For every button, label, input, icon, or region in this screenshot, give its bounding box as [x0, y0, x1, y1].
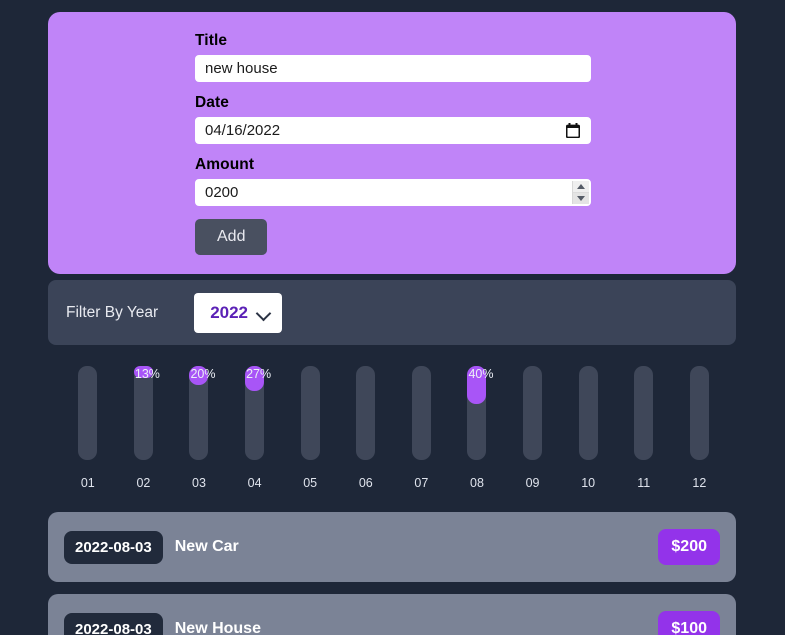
expense-list: 2022-08-03 New Car $200 2022-08-03 New House…: [48, 512, 736, 635]
bar-track: 40%: [467, 366, 493, 460]
expense-title: New Car: [174, 538, 239, 555]
bar-track: [78, 366, 98, 460]
month-label-08: 08: [470, 476, 484, 490]
expense-form: Title Date: [195, 32, 591, 255]
bar-track: [523, 366, 543, 460]
spinner-down-icon[interactable]: [573, 192, 589, 204]
chart-bar-06: [338, 366, 394, 466]
chart-bar-08: 40%: [449, 366, 505, 466]
chart-bar-11: [616, 366, 672, 466]
add-button[interactable]: Add: [195, 219, 268, 255]
expense-amount: $100: [658, 611, 720, 635]
filter-bar: Filter By Year 2022: [48, 280, 736, 345]
monthly-expense-chart: 13% 20% 27% 40% 01 02 03 04 05 06 07 08 09 10 11 12: [60, 366, 728, 496]
chart-bar-05: [282, 366, 338, 466]
chart-bar-04: 27%: [227, 366, 283, 466]
expense-item[interactable]: 2022-08-03 New Car $200: [48, 512, 736, 582]
year-select-wrapper: 2022: [194, 292, 283, 333]
amount-field-group: Amount: [195, 156, 591, 206]
expense-amount: $200: [658, 529, 720, 565]
amount-label: Amount: [195, 156, 255, 173]
year-select[interactable]: 2022: [194, 292, 283, 333]
bar-track: [634, 366, 654, 460]
bar-track: 27%: [245, 366, 271, 460]
chart-bar-03: 20%: [171, 366, 227, 466]
month-label-04: 04: [247, 476, 262, 490]
month-label-01: 01: [80, 476, 95, 490]
bar-value-label: 40%: [468, 367, 494, 381]
month-label-02: 02: [136, 476, 151, 490]
amount-input-wrapper: [195, 179, 591, 206]
date-input-wrapper: [195, 117, 591, 144]
chart-bar-10: [560, 366, 616, 466]
month-label-03: 03: [192, 476, 206, 490]
bar-value-label: 20%: [190, 367, 216, 381]
amount-input[interactable]: [195, 179, 591, 206]
date-input[interactable]: [195, 117, 591, 144]
bar-track: [356, 366, 376, 460]
title-input[interactable]: [195, 55, 591, 82]
date-label: Date: [195, 94, 229, 111]
date-field-group: Date: [195, 94, 591, 144]
expense-title: New House: [174, 620, 261, 635]
title-field-group: Title: [195, 32, 591, 82]
bar-track: [578, 366, 598, 460]
expense-date: 2022-08-03: [64, 530, 163, 564]
month-label-09: 09: [525, 476, 540, 490]
filter-by-year-label: Filter By Year: [66, 303, 159, 321]
bar-track: 13%: [133, 366, 160, 460]
month-label-11: 11: [637, 476, 651, 490]
expense-tracker-page: Title Date: [0, 0, 785, 635]
bar-track: [300, 366, 320, 460]
bar-track: 20%: [189, 366, 216, 460]
title-label: Title: [195, 32, 228, 49]
expense-item[interactable]: 2022-08-03 New House $100: [48, 594, 736, 635]
chart-bar-12: [672, 366, 728, 466]
month-label-10: 10: [581, 476, 596, 490]
month-label-12: 12: [692, 476, 707, 490]
bar-track: [689, 366, 709, 460]
bar-track: [411, 366, 431, 460]
chart-bar-07: [394, 366, 450, 466]
chart-bars: 13% 20% 27% 40%: [60, 366, 728, 466]
month-label-07: 07: [414, 476, 429, 490]
bar-value-label: 27%: [246, 367, 272, 381]
bar-value-label: 13%: [134, 367, 160, 381]
month-label-05: 05: [303, 476, 318, 490]
chart-x-axis-labels: 01 02 03 04 05 06 07 08 09 10 11 12: [60, 476, 728, 490]
month-label-06: 06: [358, 476, 373, 490]
chart-bar-02: 13%: [116, 366, 172, 466]
chart-bar-01: [60, 366, 116, 466]
quantity-stepper[interactable]: [572, 181, 589, 204]
expense-date: 2022-08-03: [64, 612, 163, 635]
expense-form-panel: Title Date: [48, 12, 736, 274]
chart-bar-09: [505, 366, 561, 466]
spinner-up-icon[interactable]: [573, 181, 589, 192]
